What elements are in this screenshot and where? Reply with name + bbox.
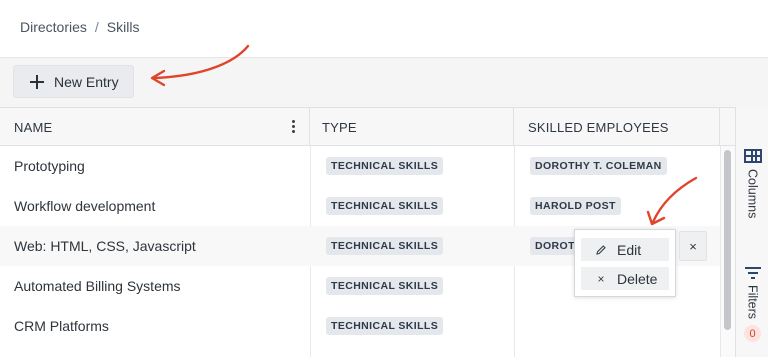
filters-tab-label: Filters xyxy=(745,285,760,320)
employee-tag[interactable]: DOROT xyxy=(530,237,580,255)
new-entry-label: New Entry xyxy=(54,73,119,90)
plus-icon xyxy=(30,74,44,89)
employee-tag[interactable]: DOROTHY T. COLEMAN xyxy=(530,157,667,175)
cell-name: CRM Platforms xyxy=(14,318,109,334)
column-header-skilled-employees-label: SKILLED EMPLOYEES xyxy=(528,119,669,135)
row-action-menu: Edit × Delete xyxy=(574,229,676,297)
table-row[interactable]: CRM Platforms TECHNICAL SKILLS xyxy=(0,306,720,346)
breadcrumb-item-skills: Skills xyxy=(106,19,140,35)
column-header-type-label: TYPE xyxy=(322,119,357,135)
cell-type: TECHNICAL SKILLS xyxy=(326,266,444,306)
side-panel: Columns Filters 0 xyxy=(735,107,768,357)
column-header-name[interactable]: NAME xyxy=(0,108,310,146)
delete-menu-item[interactable]: × Delete xyxy=(581,267,669,290)
toolbar: New Entry xyxy=(0,57,768,107)
type-tag: TECHNICAL SKILLS xyxy=(326,197,444,215)
edit-menu-item[interactable]: Edit xyxy=(581,238,669,261)
cell-type: TECHNICAL SKILLS xyxy=(326,186,444,226)
delete-label: Delete xyxy=(617,270,658,287)
breadcrumb-separator: / xyxy=(94,19,99,35)
cell-name: Web: HTML, CSS, Javascript xyxy=(14,238,196,254)
cell-employee: DOROTHY T. COLEMAN xyxy=(530,146,667,186)
columns-tab[interactable]: Columns xyxy=(736,149,768,218)
table-row[interactable]: Prototyping TECHNICAL SKILLS DOROTHY T. … xyxy=(0,146,720,186)
type-tag: TECHNICAL SKILLS xyxy=(326,317,444,335)
type-tag: TECHNICAL SKILLS xyxy=(326,277,444,295)
close-icon: × xyxy=(689,238,697,254)
column-menu-icon[interactable] xyxy=(292,120,296,134)
columns-grid-icon xyxy=(743,149,762,163)
filters-tab[interactable]: Filters 0 xyxy=(736,267,768,343)
scrollbar-thumb[interactable] xyxy=(724,150,731,330)
vertical-scrollbar[interactable] xyxy=(720,146,735,357)
cell-type: TECHNICAL SKILLS xyxy=(326,146,444,186)
cell-name: Workflow development xyxy=(14,198,156,214)
cell-type: TECHNICAL SKILLS xyxy=(326,306,444,346)
new-entry-button[interactable]: New Entry xyxy=(13,65,134,98)
close-menu-button[interactable]: × xyxy=(679,231,707,261)
cell-type: TECHNICAL SKILLS xyxy=(326,226,444,266)
cell-employee: HAROLD POST xyxy=(530,186,621,226)
columns-tab-label: Columns xyxy=(745,169,760,219)
column-header-name-label: NAME xyxy=(14,119,53,135)
edit-label: Edit xyxy=(617,241,642,258)
filter-icon xyxy=(744,267,761,279)
grid-header: NAME TYPE SKILLED EMPLOYEES xyxy=(0,108,735,146)
column-header-type[interactable]: TYPE xyxy=(310,108,514,146)
table-row[interactable]: Workflow development TECHNICAL SKILLS HA… xyxy=(0,186,720,226)
cell-name: Prototyping xyxy=(14,158,85,174)
employee-tag[interactable]: HAROLD POST xyxy=(530,197,621,215)
pencil-icon xyxy=(595,244,607,256)
filters-count-badge: 0 xyxy=(744,325,761,343)
cell-name: Automated Billing Systems xyxy=(14,278,181,294)
type-tag: TECHNICAL SKILLS xyxy=(326,237,444,255)
breadcrumb-item-directories[interactable]: Directories xyxy=(20,19,87,35)
x-icon: × xyxy=(597,271,605,286)
type-tag: TECHNICAL SKILLS xyxy=(326,157,444,175)
cell-employee: DOROT xyxy=(530,226,580,266)
column-header-skilled-employees[interactable]: SKILLED EMPLOYEES xyxy=(514,108,720,146)
breadcrumb: Directories / Skills xyxy=(20,19,139,35)
